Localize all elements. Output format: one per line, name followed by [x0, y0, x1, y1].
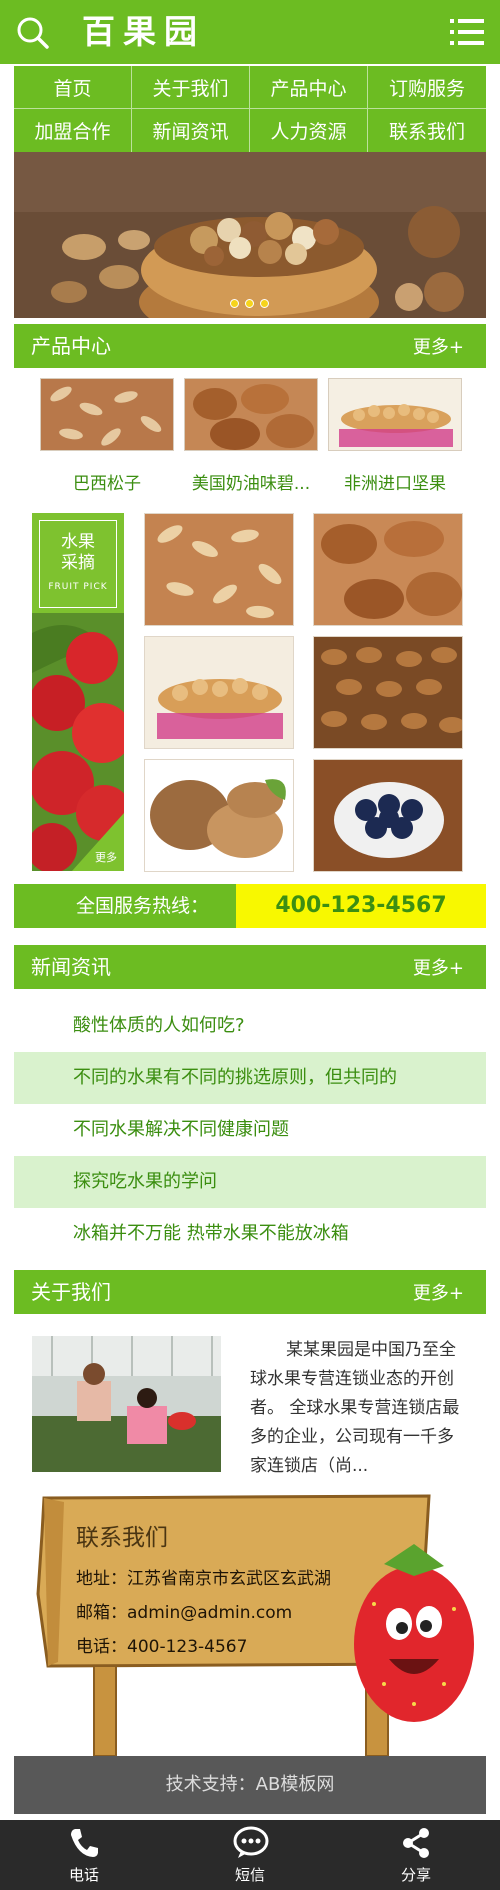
nav-home[interactable]: 首页	[14, 66, 132, 109]
fruit-pick-more[interactable]: 更多	[95, 849, 117, 865]
phone-icon	[71, 1829, 98, 1857]
grid-image-blueberries[interactable]	[313, 759, 463, 872]
news-item[interactable]: 探究吃水果的学问	[14, 1156, 486, 1208]
nav-franchise[interactable]: 加盟合作	[14, 109, 132, 152]
contact-title: 联系我们	[76, 1525, 168, 1551]
about-description: 某某果园是中国乃至全球水果专营连锁业态的开创者。 全球水果专营连锁店最多的企业，…	[250, 1340, 460, 1476]
about-more-link[interactable]: 更多+	[413, 1272, 464, 1316]
grid-image-pecans[interactable]	[313, 513, 463, 626]
nav-about[interactable]: 关于我们	[132, 66, 250, 109]
nav-order[interactable]: 订购服务	[368, 66, 486, 109]
nav-products[interactable]: 产品中心	[250, 66, 368, 109]
bottom-tab-bar: 电话 短信 分享	[0, 1820, 500, 1890]
hotline-number[interactable]: 400-123-4567	[236, 884, 486, 928]
chat-icon	[233, 1826, 269, 1858]
site-logo[interactable]: 百果园	[82, 10, 205, 54]
grid-image-african-nuts[interactable]	[144, 636, 294, 749]
fruit-pick-banner[interactable]: 水果 采摘 FRUIT PICK 更多	[32, 513, 124, 871]
tab-phone[interactable]: 电话	[34, 1820, 134, 1890]
tab-label: 短信	[234, 1866, 265, 1884]
hotline-bar[interactable]: 全国服务热线： 400-123-4567	[14, 884, 486, 928]
contact-email[interactable]: 邮箱：admin@admin.com	[76, 1598, 292, 1623]
grid-image-walnuts[interactable]	[144, 759, 294, 872]
news-list: 酸性体质的人如何吃? 不同的水果有不同的挑选原则，但共同的 不同水果解决不同健康…	[14, 1000, 486, 1260]
tab-sms[interactable]: 短信	[200, 1820, 300, 1890]
page: 百果园 首页 关于我们 产品中心 订购服务 加盟合作 新闻资讯 人力资源 联系我…	[0, 0, 500, 1890]
nav-contact[interactable]: 联系我们	[368, 109, 486, 152]
news-item[interactable]: 冰箱并不万能 热带水果不能放冰箱	[14, 1208, 486, 1260]
nav-news[interactable]: 新闻资讯	[132, 109, 250, 152]
grid-image-pine-nuts[interactable]	[144, 513, 294, 626]
tab-label: 分享	[400, 1866, 431, 1884]
tab-label: 电话	[68, 1866, 99, 1884]
product-image	[40, 378, 175, 452]
fruit-pick-label: 水果 采摘 FRUIT PICK	[39, 520, 117, 608]
strawberry-image	[32, 613, 124, 871]
product-image	[328, 378, 463, 452]
share-icon	[403, 1828, 429, 1858]
product-card[interactable]: 巴西松子	[40, 378, 175, 494]
banner-pagination	[230, 299, 269, 308]
product-card[interactable]: 美国奶油味碧...	[184, 378, 319, 494]
product-card[interactable]: 非洲进口坚果	[328, 378, 463, 494]
product-name: 巴西松子	[73, 474, 141, 494]
tab-share[interactable]: 分享	[366, 1820, 466, 1890]
tech-support[interactable]: 技术支持：AB模板网	[14, 1756, 486, 1814]
products-section-header: 产品中心 更多+	[14, 324, 486, 368]
product-image	[184, 378, 319, 452]
grid-image-almonds[interactable]	[313, 636, 463, 749]
banner-slider[interactable]	[14, 152, 486, 318]
hotline-label: 全国服务热线：	[14, 884, 236, 928]
main-nav: 首页 关于我们 产品中心 订购服务 加盟合作 新闻资讯 人力资源 联系我们	[14, 66, 486, 152]
about-section-header: 关于我们 更多+	[14, 1270, 486, 1314]
product-name: 非洲进口坚果	[344, 474, 446, 494]
news-more-link[interactable]: 更多+	[413, 947, 464, 991]
slide-dot[interactable]	[245, 299, 254, 308]
product-list: 巴西松子 美国奶油味碧... 非洲进口坚果	[40, 378, 463, 494]
contact-phone[interactable]: 电话：400-123-4567	[76, 1632, 247, 1657]
fruit-pick-en: FRUIT PICK	[48, 582, 108, 592]
fruit-pick-line2: 采摘	[61, 553, 95, 573]
news-item[interactable]: 酸性体质的人如何吃?	[14, 1000, 486, 1052]
news-item[interactable]: 不同的水果有不同的挑选原则，但共同的	[14, 1052, 486, 1104]
about-image	[32, 1336, 221, 1472]
news-item[interactable]: 不同水果解决不同健康问题	[14, 1104, 486, 1156]
section-title: 关于我们	[31, 1280, 111, 1304]
news-section-header: 新闻资讯 更多+	[14, 945, 486, 989]
section-title: 新闻资讯	[31, 955, 111, 979]
fruit-pick-line1: 水果	[61, 532, 95, 552]
contact-address: 地址：江苏省南京市玄武区玄武湖	[76, 1569, 331, 1589]
slide-dot[interactable]	[230, 299, 239, 308]
slide-dot[interactable]	[260, 299, 269, 308]
section-title: 产品中心	[31, 334, 111, 358]
products-more-link[interactable]: 更多+	[413, 326, 464, 370]
menu-icon[interactable]	[450, 18, 484, 46]
nav-hr[interactable]: 人力资源	[250, 109, 368, 152]
banner-nuts-image	[14, 152, 486, 318]
search-icon[interactable]	[16, 16, 50, 50]
product-name: 美国奶油味碧...	[191, 474, 311, 494]
header: 百果园	[0, 0, 500, 64]
